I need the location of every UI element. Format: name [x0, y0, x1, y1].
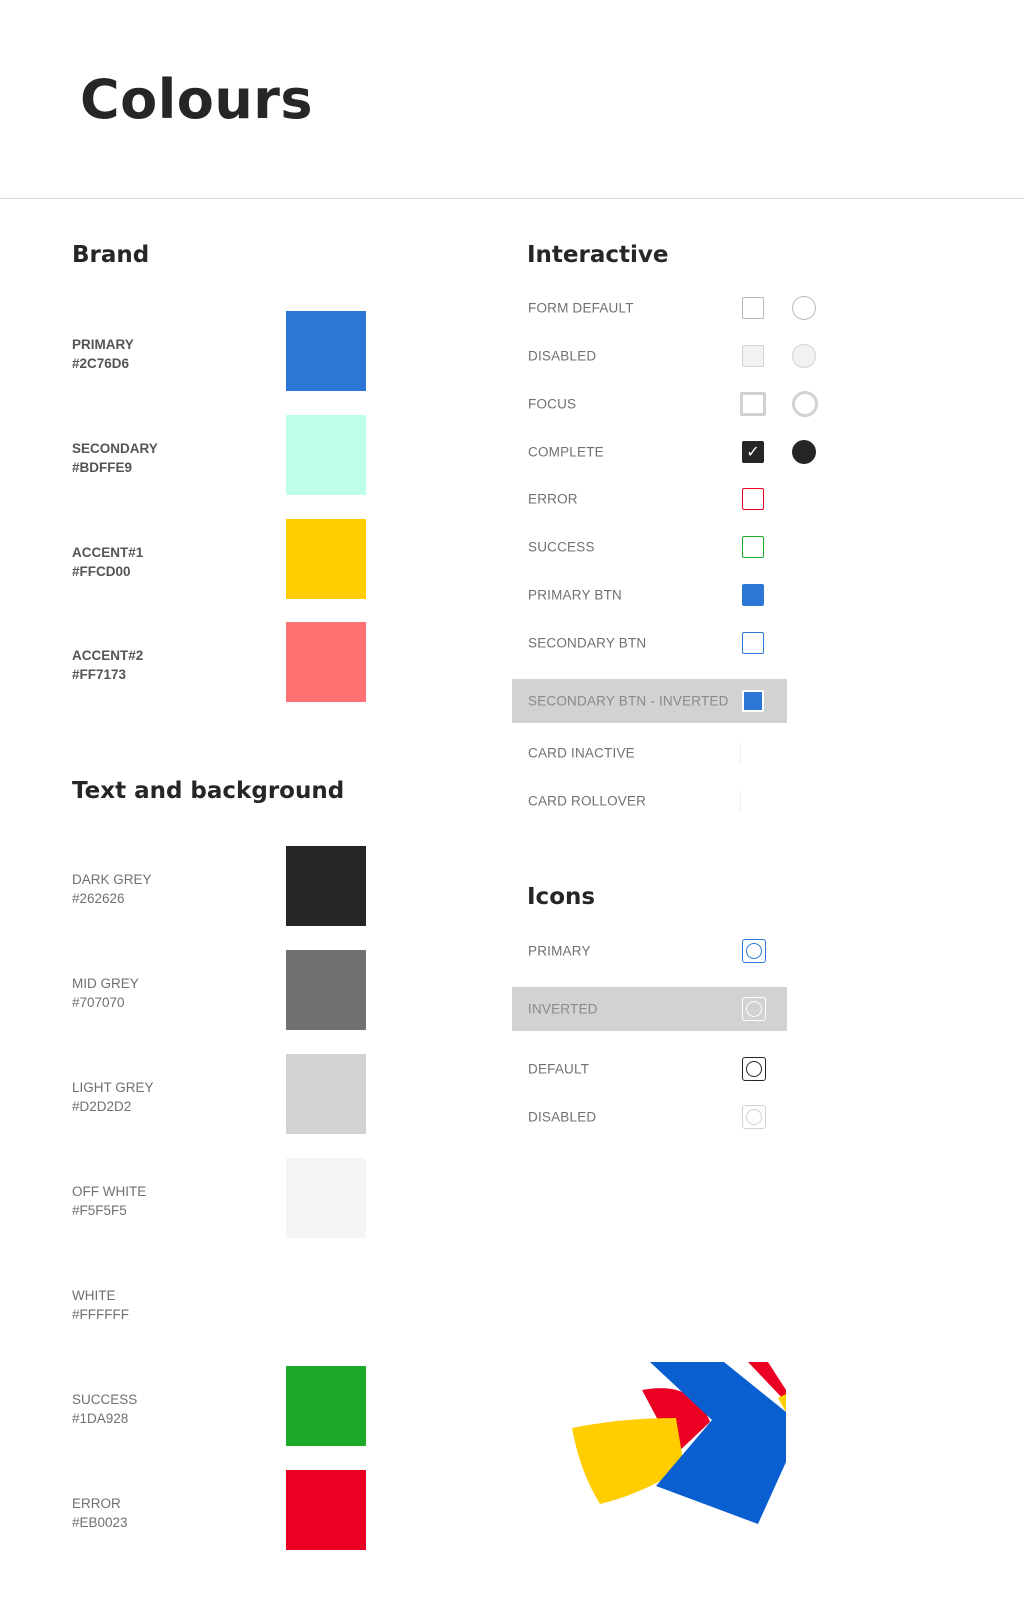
swatch-white: WHITE #FFFFFF: [72, 1262, 372, 1342]
row-label: PRIMARY BTN: [528, 587, 622, 603]
swatch-accent-1: ACCENT#1 #FFCD00: [72, 519, 372, 599]
checkbox-disabled: [742, 345, 764, 367]
swatch-label: ERROR #EB0023: [72, 1496, 128, 1530]
color-swatch: [286, 846, 366, 926]
swatch-dark-grey: DARK GREY #262626: [72, 846, 372, 926]
swatch-accent-2: ACCENT#2 #FF7173: [72, 622, 372, 702]
color-swatch: [286, 1470, 366, 1550]
color-swatch: [286, 1366, 366, 1446]
interactive-section-title: Interactive: [527, 242, 669, 268]
row-label: ERROR: [528, 491, 578, 507]
radio-default[interactable]: [792, 296, 816, 320]
row-label: FORM DEFAULT: [528, 300, 634, 316]
checkbox-success[interactable]: [742, 536, 764, 558]
interactive-row-secondary-btn-inverted: SECONDARY BTN - INVERTED: [512, 679, 787, 723]
swatch-label: PRIMARY #2C76D6: [72, 337, 134, 371]
swatch-error: ERROR #EB0023: [72, 1470, 372, 1550]
color-swatch: [286, 311, 366, 391]
swatch-label: MID GREY #707070: [72, 976, 139, 1010]
interactive-row-card-inactive: CARD INACTIVE: [512, 731, 787, 775]
row-label: COMPLETE: [528, 444, 604, 460]
color-swatch: [286, 622, 366, 702]
row-label: SUCCESS: [528, 539, 595, 555]
text-background-section-title: Text and background: [72, 778, 345, 804]
circle-icon[interactable]: [742, 997, 766, 1021]
row-label: CARD INACTIVE: [528, 745, 635, 761]
radio-focus[interactable]: [792, 391, 818, 417]
row-label: PRIMARY: [528, 943, 591, 959]
checkmark-icon: ✓: [746, 442, 760, 461]
primary-button-swatch[interactable]: [742, 584, 764, 606]
card-inactive-swatch: [740, 742, 741, 764]
row-label: CARD ROLLOVER: [528, 793, 647, 809]
header-divider: [0, 198, 1024, 199]
interactive-row-focus: FOCUS: [512, 382, 818, 426]
circle-icon: [742, 1105, 766, 1129]
row-label: DISABLED: [528, 1109, 597, 1125]
icons-row-primary: PRIMARY: [512, 929, 787, 973]
interactive-row-primary-btn: PRIMARY BTN: [512, 573, 787, 617]
interactive-row-complete: COMPLETE ✓: [512, 430, 816, 474]
interactive-row-secondary-btn: SECONDARY BTN: [512, 621, 787, 665]
secondary-button-inverted-swatch[interactable]: [742, 690, 764, 712]
row-label: INVERTED: [528, 1001, 598, 1017]
row-label: DEFAULT: [528, 1061, 590, 1077]
swatch-light-grey: LIGHT GREY #D2D2D2: [72, 1054, 372, 1134]
checkbox-error[interactable]: [742, 488, 764, 510]
row-label: SECONDARY BTN - INVERTED: [528, 693, 729, 709]
color-swatch: [286, 519, 366, 599]
swatch-off-white: OFF WHITE #F5F5F5: [72, 1158, 372, 1238]
icons-row-disabled: DISABLED: [512, 1095, 787, 1139]
page-title: Colours: [80, 68, 314, 131]
icons-section-title: Icons: [527, 884, 596, 910]
checkbox-checked[interactable]: ✓: [742, 441, 764, 463]
checkbox-focus[interactable]: [740, 392, 766, 416]
row-label: SECONDARY BTN: [528, 635, 647, 651]
yellow-leaf-shape: [572, 1418, 684, 1504]
color-swatch: [286, 1262, 366, 1342]
icons-row-default: DEFAULT: [512, 1047, 787, 1091]
circle-icon[interactable]: [742, 939, 766, 963]
swatch-label: DARK GREY #262626: [72, 872, 152, 906]
swatch-label: WHITE #FFFFFF: [72, 1288, 129, 1322]
color-swatch: [286, 1054, 366, 1134]
swatch-label: ACCENT#1 #FFCD00: [72, 545, 144, 579]
row-label: FOCUS: [528, 396, 577, 412]
swatch-label: LIGHT GREY #D2D2D2: [72, 1080, 154, 1114]
interactive-row-success: SUCCESS: [512, 525, 787, 569]
swatch-secondary: SECONDARY #BDFFE9: [72, 415, 372, 495]
swatch-label: ACCENT#2 #FF7173: [72, 648, 144, 682]
swatch-primary: PRIMARY #2C76D6: [72, 311, 372, 391]
interactive-row-error: ERROR: [512, 477, 787, 521]
checkbox-default[interactable]: [742, 297, 764, 319]
brand-section-title: Brand: [72, 242, 150, 268]
color-swatch: [286, 415, 366, 495]
radio-selected[interactable]: [792, 440, 816, 464]
radio-disabled: [792, 344, 816, 368]
swatch-success: SUCCESS #1DA928: [72, 1366, 372, 1446]
card-rollover-swatch: [740, 790, 741, 812]
swatch-label: SECONDARY #BDFFE9: [72, 441, 158, 475]
row-label: DISABLED: [528, 348, 597, 364]
swatch-label: SUCCESS #1DA928: [72, 1392, 138, 1426]
swatch-label: OFF WHITE #F5F5F5: [72, 1184, 147, 1218]
interactive-row-card-rollover: CARD ROLLOVER: [512, 779, 787, 823]
circle-icon[interactable]: [742, 1057, 766, 1081]
interactive-row-disabled: DISABLED: [512, 334, 816, 378]
secondary-button-swatch[interactable]: [742, 632, 764, 654]
interactive-row-form-default: FORM DEFAULT: [512, 286, 816, 330]
color-swatch: [286, 950, 366, 1030]
color-swatch: [286, 1158, 366, 1238]
icons-row-inverted: INVERTED: [512, 987, 787, 1031]
brand-abstract-graphic: [572, 1362, 786, 1524]
swatch-mid-grey: MID GREY #707070: [72, 950, 372, 1030]
